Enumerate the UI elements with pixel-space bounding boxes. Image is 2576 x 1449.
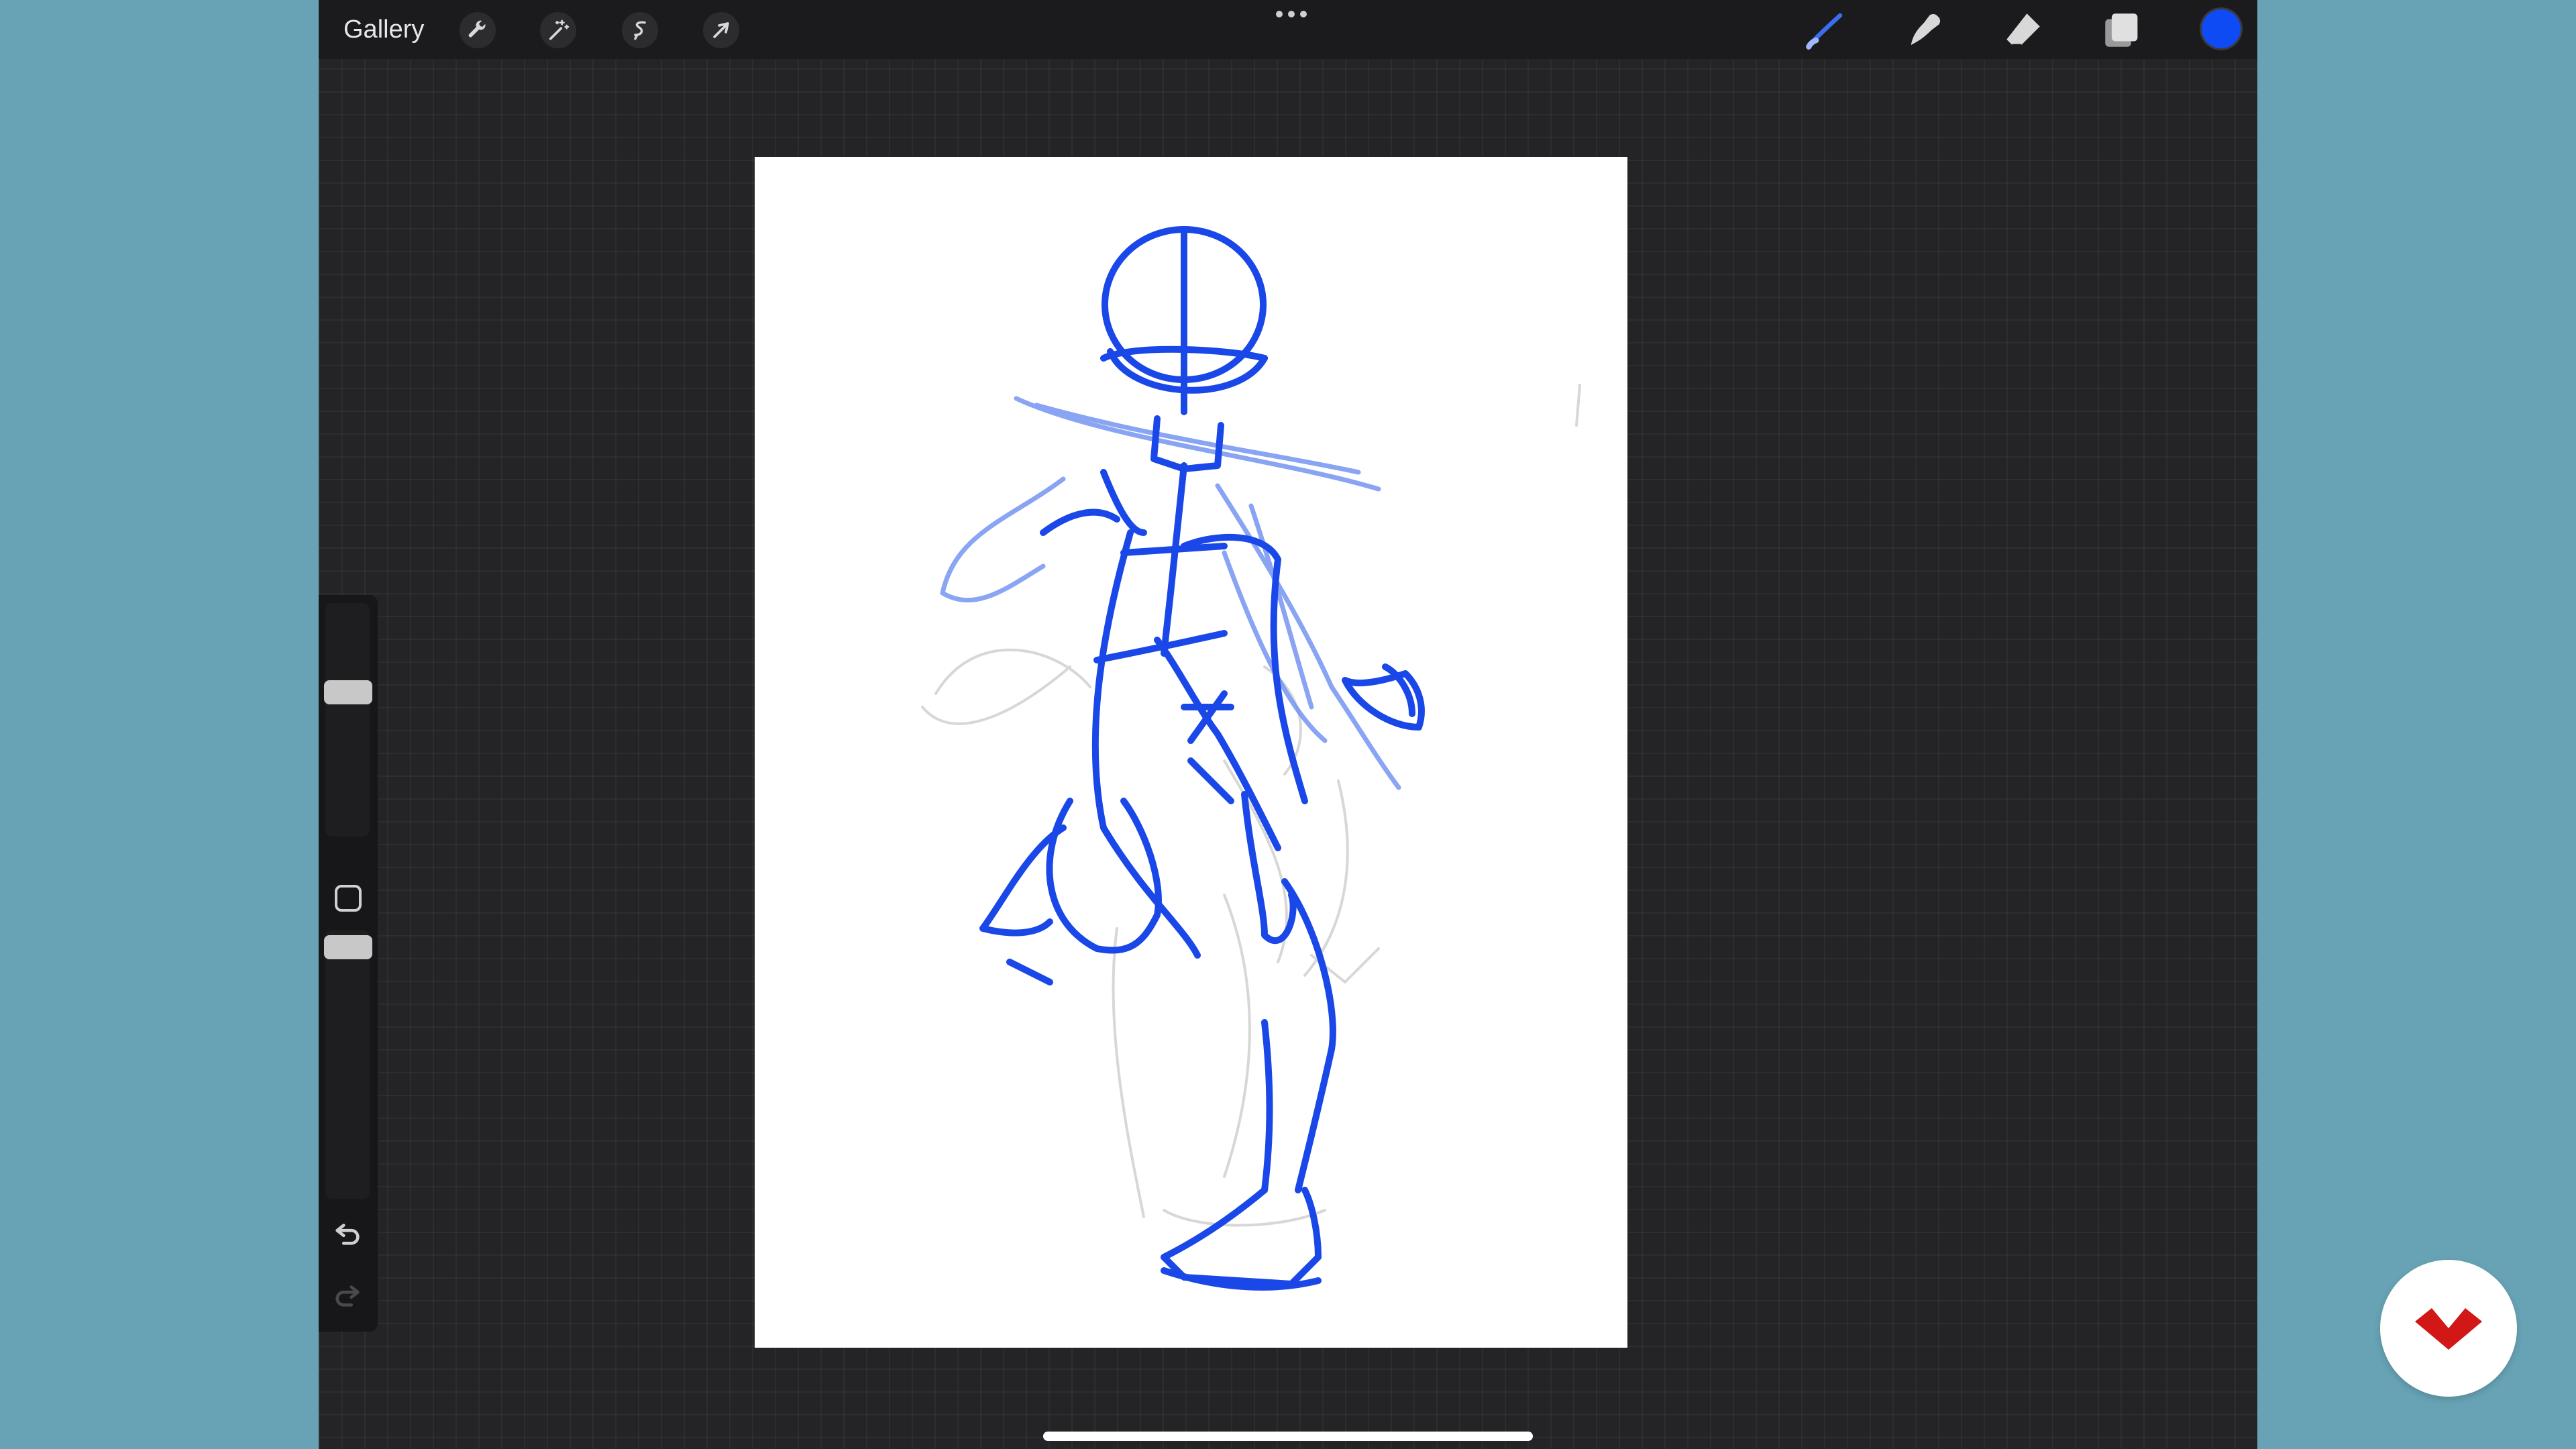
top-toolbar: Gallery — [319, 0, 2257, 59]
layers-icon[interactable] — [2100, 8, 2144, 52]
brush-size-thumb[interactable] — [324, 680, 372, 705]
brand-logo-badge — [2380, 1260, 2517, 1397]
undo-icon[interactable] — [332, 1218, 363, 1248]
selection-s-icon — [634, 21, 646, 40]
brush-icon[interactable] — [1803, 8, 1847, 52]
blue-figure — [979, 226, 1425, 1291]
figure-sketch — [921, 226, 1581, 1291]
more-dots-icon[interactable] — [1271, 4, 1311, 24]
modify-button[interactable] — [335, 885, 362, 912]
gallery-button[interactable]: Gallery — [343, 12, 424, 47]
adjustments-button[interactable] — [540, 12, 576, 48]
actions-button[interactable] — [460, 12, 496, 48]
opacity-thumb[interactable] — [324, 935, 372, 960]
color-picker-button[interactable] — [2202, 9, 2241, 48]
eraser-icon[interactable] — [2001, 8, 2045, 52]
selection-button[interactable] — [622, 12, 658, 48]
brand-logo-icon — [2415, 1308, 2482, 1350]
drawing-canvas[interactable] — [755, 157, 1627, 1348]
opacity-slider[interactable] — [325, 930, 370, 1199]
home-indicator[interactable] — [1043, 1432, 1533, 1441]
smudge-icon[interactable] — [1902, 8, 1946, 52]
left-sidebar — [319, 595, 378, 1332]
magic-wand-icon — [549, 19, 570, 40]
procreate-screen: Gallery — [319, 0, 2257, 1449]
transform-button[interactable] — [703, 12, 739, 48]
redo-icon[interactable] — [332, 1279, 363, 1310]
wrench-icon — [468, 20, 486, 38]
arrow-transform-icon — [713, 22, 729, 38]
brush-size-slider[interactable] — [325, 603, 370, 837]
